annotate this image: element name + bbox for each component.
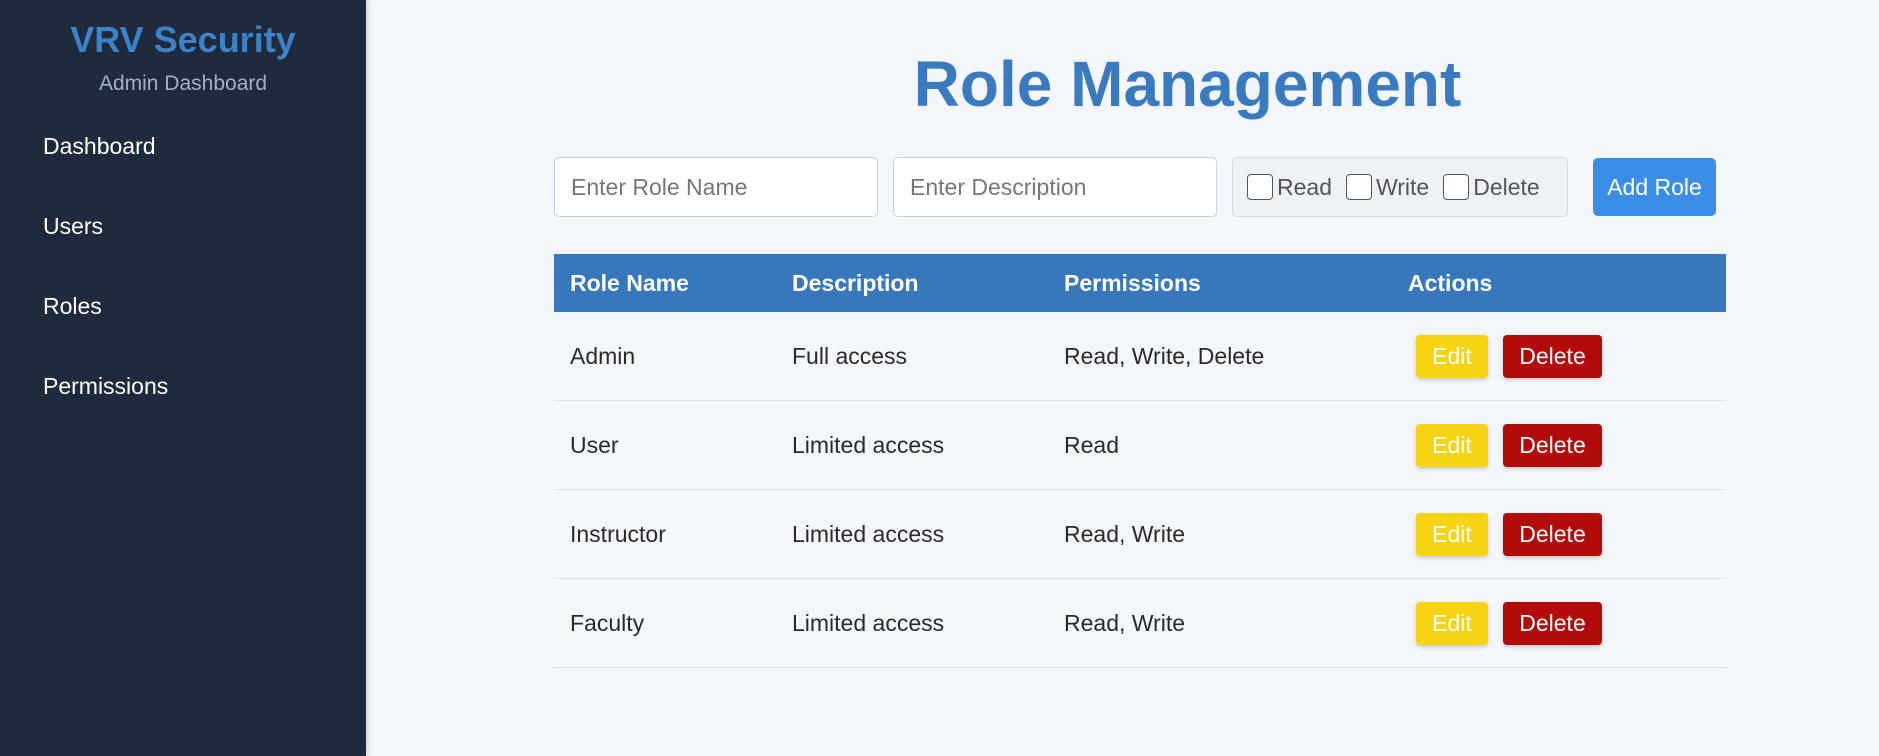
app: VRV Security Admin Dashboard Dashboard U… [0,0,1879,756]
edit-button[interactable]: Edit [1416,512,1488,556]
role-name-cell: Faculty [570,609,645,636]
sidebar-item-users[interactable]: Users [0,206,366,286]
edit-button[interactable]: Edit [1416,601,1488,645]
delete-button[interactable]: Delete [1503,423,1602,467]
brand-subtitle: Admin Dashboard [98,72,268,95]
description-input[interactable] [893,157,1217,217]
sidebar-nav: Dashboard Users Roles Permissions [0,126,366,446]
delete-checkbox[interactable] [1443,174,1470,200]
permissions-group: Read Write Delete [1232,157,1568,217]
delete-button[interactable]: Delete [1503,512,1602,556]
description-cell: Limited access [792,520,945,547]
permission-write[interactable]: Write [1345,173,1430,201]
table-header: Role Name Description Permissions Action… [554,254,1726,312]
read-label: Read [1277,173,1332,200]
permissions-cell: Read [1064,431,1119,458]
edit-button[interactable]: Edit [1416,423,1488,467]
sidebar-item-permissions[interactable]: Permissions [0,366,366,446]
roles-table: Role Name Description Permissions Action… [554,254,1726,668]
column-header-actions: Actions [1408,269,1493,296]
delete-button[interactable]: Delete [1503,334,1602,378]
sidebar-item-dashboard[interactable]: Dashboard [0,126,366,206]
sidebar: VRV Security Admin Dashboard Dashboard U… [0,0,366,756]
write-checkbox[interactable] [1345,174,1372,200]
description-cell: Limited access [792,609,945,636]
permissions-cell: Read, Write [1064,520,1186,547]
delete-button[interactable]: Delete [1503,601,1602,645]
edit-button[interactable]: Edit [1416,334,1488,378]
description-cell: Full access [792,342,908,369]
actions-cell: Edit Delete [1392,601,1726,645]
column-header-role-name: Role Name [570,269,689,296]
read-checkbox[interactable] [1247,174,1273,200]
role-name-input[interactable] [554,157,878,217]
add-role-button[interactable]: Add Role [1593,158,1716,216]
table-row: Admin Full access Read, Write, Delete Ed… [554,312,1726,401]
permissions-cell: Read, Write, Delete [1064,342,1265,369]
description-cell: Limited access [792,431,945,458]
column-header-description: Description [792,269,919,296]
role-name-cell: Admin [570,342,636,369]
permissions-cell: Read, Write [1064,609,1186,636]
role-name-cell: Instructor [570,520,666,547]
page-title: Role Management [913,48,1462,120]
write-label: Write [1375,173,1430,200]
actions-cell: Edit Delete [1392,512,1726,556]
sidebar-item-roles[interactable]: Roles [0,286,366,366]
table-row: Instructor Limited access Read, Write Ed… [554,490,1726,579]
main-content: Role Management Read Write Delete Add Ro… [366,0,1879,756]
actions-cell: Edit Delete [1392,423,1726,467]
delete-label: Delete [1473,173,1540,200]
permission-delete[interactable]: Delete [1443,173,1540,201]
add-role-form: Read Write Delete Add Role [554,157,1716,217]
column-header-permissions: Permissions [1064,269,1201,296]
table-row: Faculty Limited access Read, Write Edit … [554,579,1726,668]
table-row: User Limited access Read Edit Delete [554,401,1726,490]
brand: VRV Security Admin Dashboard [0,0,366,96]
permission-read[interactable]: Read [1247,174,1332,201]
actions-cell: Edit Delete [1392,334,1726,378]
brand-title: VRV Security [70,19,296,60]
role-name-cell: User [570,431,619,458]
